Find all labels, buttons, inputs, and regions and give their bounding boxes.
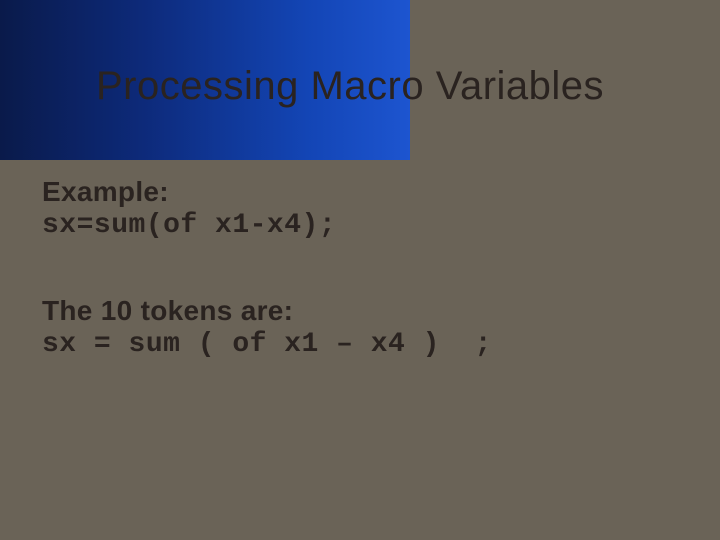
tokens-code: sx = sum ( of x1 – x4 ) ; xyxy=(42,329,678,360)
spacer xyxy=(42,241,678,289)
example-label: Example: xyxy=(42,176,678,208)
slide-title: Processing Macro Variables xyxy=(96,64,604,109)
tokens-label: The 10 tokens are: xyxy=(42,295,678,327)
slide-body: Example: sx=sum(of x1-x4); The 10 tokens… xyxy=(42,170,678,360)
slide: Processing Macro Variables Example: sx=s… xyxy=(0,0,720,540)
example-code: sx=sum(of x1-x4); xyxy=(42,210,678,241)
